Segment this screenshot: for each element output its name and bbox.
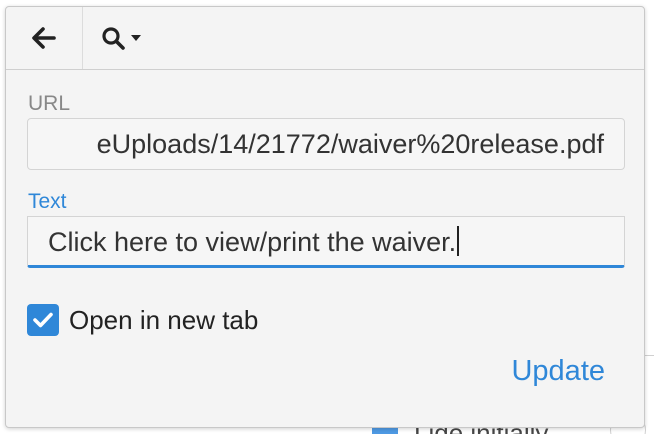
search-icon (101, 26, 127, 50)
link-edit-popup: URL eUploads/14/21772/waiver%20release.p… (5, 6, 645, 428)
text-label: Text (28, 190, 67, 213)
open-in-new-tab-checkbox[interactable] (27, 304, 59, 336)
open-in-new-tab-label: Open in new tab (69, 305, 259, 335)
popup-toolbar (6, 7, 644, 70)
background-divider (644, 355, 654, 356)
link-text-input[interactable]: Click here to view/print the waiver. (27, 216, 625, 268)
checkmark-icon (33, 312, 53, 328)
url-label: URL (28, 92, 71, 115)
link-text-value: Click here to view/print the waiver. (48, 227, 457, 257)
url-input[interactable]: eUploads/14/21772/waiver%20release.pdf (27, 118, 625, 170)
update-button[interactable]: Update (511, 353, 605, 389)
text-caret (457, 226, 460, 256)
search-menu-button[interactable] (83, 7, 159, 69)
open-in-new-tab-option[interactable]: Open in new tab (27, 304, 258, 336)
url-input-value: eUploads/14/21772/waiver%20release.pdf (96, 129, 604, 159)
arrow-left-icon (32, 27, 56, 49)
caret-down-icon (130, 34, 142, 42)
back-button[interactable] (6, 7, 83, 69)
